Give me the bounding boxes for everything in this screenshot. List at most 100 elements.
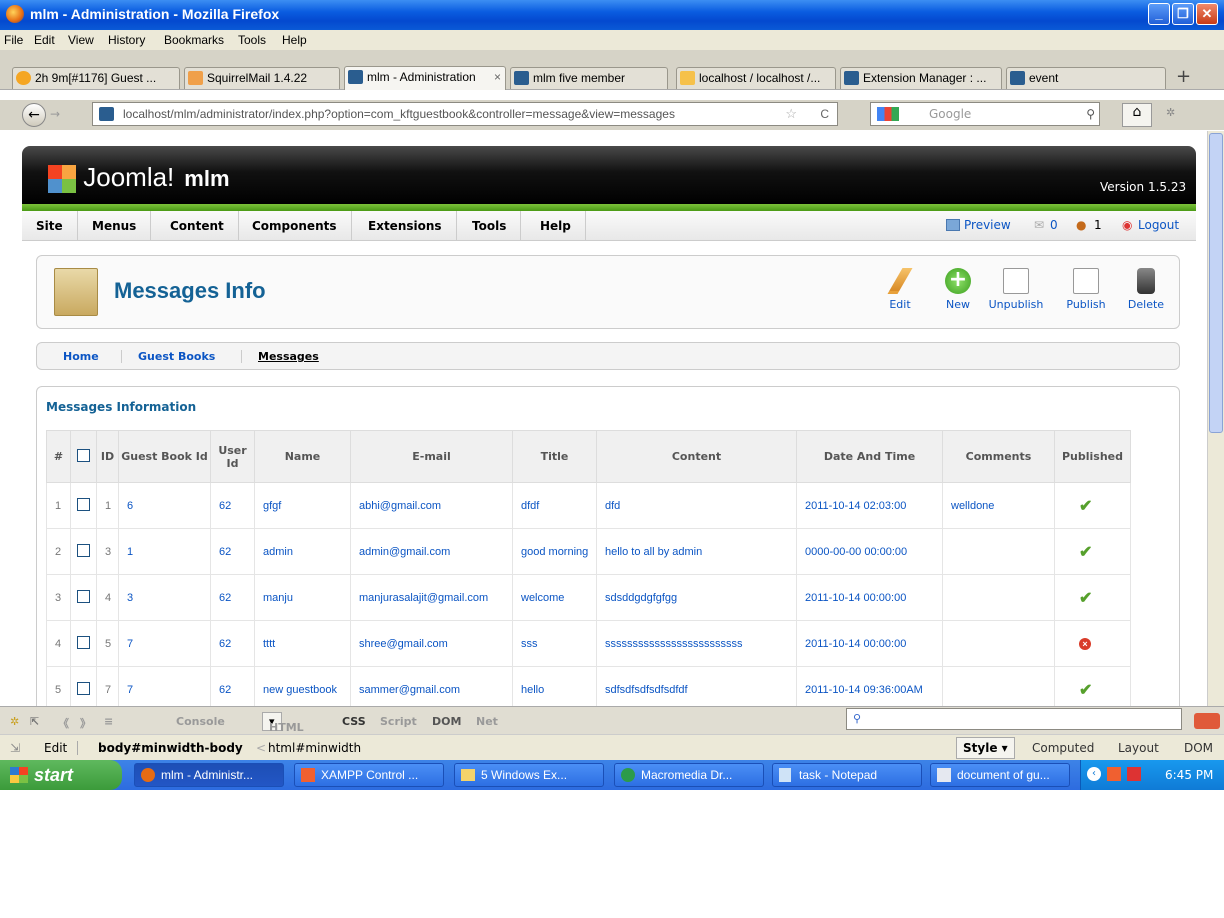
- row-comments[interactable]: [942, 620, 1055, 667]
- bookmark-star-icon[interactable]: ☆: [785, 103, 797, 125]
- side-tab-style[interactable]: Style ▾: [956, 737, 1015, 759]
- menu-view[interactable]: View: [68, 33, 94, 47]
- fb-tab-css[interactable]: CSS: [342, 715, 366, 728]
- unpublish-button[interactable]: Unpublish: [986, 268, 1046, 311]
- firebug-window-controls[interactable]: [1194, 713, 1220, 729]
- row-comments[interactable]: welldone: [942, 482, 1055, 529]
- row-title[interactable]: sss: [512, 620, 597, 667]
- row-content[interactable]: sdsddgdgfgfgg: [596, 574, 797, 621]
- row-guest-book-id[interactable]: 7: [118, 620, 211, 667]
- row-email[interactable]: abhi@gmail.com: [350, 482, 513, 529]
- submenu-messages[interactable]: Messages: [241, 350, 319, 363]
- row-date-time[interactable]: 0000-00-00 00:00:00: [796, 528, 943, 575]
- menu-menus[interactable]: Menus: [78, 211, 152, 241]
- list-icon[interactable]: ≡: [104, 715, 113, 728]
- row-select-checkbox[interactable]: [77, 543, 90, 557]
- crumb-html[interactable]: html#minwidth: [268, 741, 361, 755]
- row-email[interactable]: admin@gmail.com: [350, 528, 513, 575]
- row-user-id[interactable]: 62: [210, 482, 255, 529]
- search-tray-icon[interactable]: [1127, 767, 1141, 781]
- tray-collapse-icon[interactable]: ‹: [1087, 767, 1101, 781]
- task-notepad[interactable]: task - Notepad: [772, 763, 922, 787]
- row-date-time[interactable]: 2011-10-14 00:00:00: [796, 574, 943, 621]
- row-content[interactable]: sssssssssssssssssssssssss: [596, 620, 797, 667]
- row-date-time[interactable]: 2011-10-14 00:00:00: [796, 620, 943, 667]
- menu-tools[interactable]: Tools: [238, 33, 266, 47]
- submenu-guest-books[interactable]: Guest Books: [121, 350, 215, 363]
- tab-squirrelmail[interactable]: SquirrelMail 1.4.22: [184, 67, 340, 89]
- menu-tools-admin[interactable]: Tools: [458, 211, 522, 241]
- col-email[interactable]: E-mail: [350, 430, 513, 483]
- row-select-checkbox[interactable]: [77, 635, 90, 649]
- col-user-id[interactable]: User Id: [210, 430, 255, 483]
- row-checkbox[interactable]: [70, 574, 97, 621]
- menu-help-admin[interactable]: Help: [526, 211, 586, 241]
- firebug-icon[interactable]: ✲: [10, 715, 19, 728]
- col-published[interactable]: Published: [1054, 430, 1131, 483]
- col-id[interactable]: ID: [96, 430, 119, 483]
- row-name[interactable]: admin: [254, 528, 351, 575]
- menu-file[interactable]: File: [4, 33, 23, 47]
- new-button[interactable]: + New: [928, 268, 988, 311]
- published-check-icon[interactable]: ✔: [1079, 682, 1092, 699]
- delete-button[interactable]: Delete: [1116, 268, 1176, 311]
- new-tab-icon[interactable]: +: [1176, 66, 1191, 87]
- home-icon[interactable]: ⌂: [1122, 103, 1152, 127]
- menu-history[interactable]: History: [108, 33, 145, 47]
- col-name[interactable]: Name: [254, 430, 351, 483]
- col-select-all[interactable]: [70, 430, 97, 483]
- logout-link[interactable]: Logout: [1138, 218, 1179, 232]
- back-icon[interactable]: ←: [22, 103, 46, 127]
- row-user-id[interactable]: 62: [210, 528, 255, 575]
- unpublished-x-icon[interactable]: ×: [1079, 637, 1091, 650]
- row-comments[interactable]: [942, 528, 1055, 575]
- fb-tab-script[interactable]: Script: [380, 715, 417, 728]
- row-user-id[interactable]: 62: [210, 620, 255, 667]
- col-comments[interactable]: Comments: [942, 430, 1055, 483]
- search-box[interactable]: Google ⚲: [870, 102, 1100, 126]
- fb-edit-button[interactable]: Edit: [44, 741, 79, 755]
- row-email[interactable]: shree@gmail.com: [350, 620, 513, 667]
- row-published[interactable]: ×: [1054, 620, 1131, 667]
- close-button[interactable]: ✕: [1196, 3, 1218, 25]
- forward-icon[interactable]: →: [50, 107, 60, 121]
- task-dreamweaver[interactable]: Macromedia Dr...: [614, 763, 764, 787]
- crumb-body[interactable]: body#minwidth-body: [98, 741, 243, 755]
- menu-extensions[interactable]: Extensions: [354, 211, 457, 241]
- row-user-id[interactable]: 62: [210, 574, 255, 621]
- row-checkbox[interactable]: [70, 482, 97, 529]
- publish-button[interactable]: Publish: [1056, 268, 1116, 311]
- row-comments[interactable]: [942, 574, 1055, 621]
- expand-icon[interactable]: ⇲: [10, 741, 20, 755]
- published-check-icon[interactable]: ✔: [1079, 544, 1092, 561]
- next-icon[interactable]: 》: [80, 715, 91, 731]
- menu-help[interactable]: Help: [282, 33, 307, 47]
- menu-bookmarks[interactable]: Bookmarks: [164, 33, 224, 47]
- row-guest-book-id[interactable]: 1: [118, 528, 211, 575]
- row-title[interactable]: good morning: [512, 528, 597, 575]
- row-name[interactable]: tttt: [254, 620, 351, 667]
- menu-content[interactable]: Content: [156, 211, 239, 241]
- row-published[interactable]: ✔: [1054, 482, 1131, 529]
- row-content[interactable]: dfd: [596, 482, 797, 529]
- start-button[interactable]: start: [0, 760, 122, 790]
- row-published[interactable]: ✔: [1054, 528, 1131, 575]
- row-select-checkbox[interactable]: [77, 589, 90, 603]
- fb-tab-dom[interactable]: DOM: [432, 715, 461, 728]
- col-guest-book-id[interactable]: Guest Book Id: [118, 430, 211, 483]
- preview-link[interactable]: Preview: [964, 218, 1011, 232]
- address-bar[interactable]: localhost/mlm/administrator/index.php?op…: [92, 102, 838, 126]
- tab-mlm-administration[interactable]: mlm - Administration ×: [344, 66, 506, 90]
- task-firefox[interactable]: mlm - Administr...: [134, 763, 284, 787]
- side-tab-layout[interactable]: Layout: [1118, 741, 1159, 755]
- prev-icon[interactable]: 《: [58, 715, 69, 731]
- select-all-checkbox[interactable]: [77, 448, 90, 462]
- task-windows-explorer[interactable]: 5 Windows Ex...: [454, 763, 604, 787]
- col-date-time[interactable]: Date And Time: [796, 430, 943, 483]
- row-name[interactable]: gfgf: [254, 482, 351, 529]
- side-tab-computed[interactable]: Computed: [1032, 741, 1094, 755]
- search-icon[interactable]: ⚲: [1086, 103, 1095, 125]
- row-select-checkbox[interactable]: [77, 681, 90, 695]
- published-check-icon[interactable]: ✔: [1079, 498, 1092, 515]
- menu-components[interactable]: Components: [238, 211, 352, 241]
